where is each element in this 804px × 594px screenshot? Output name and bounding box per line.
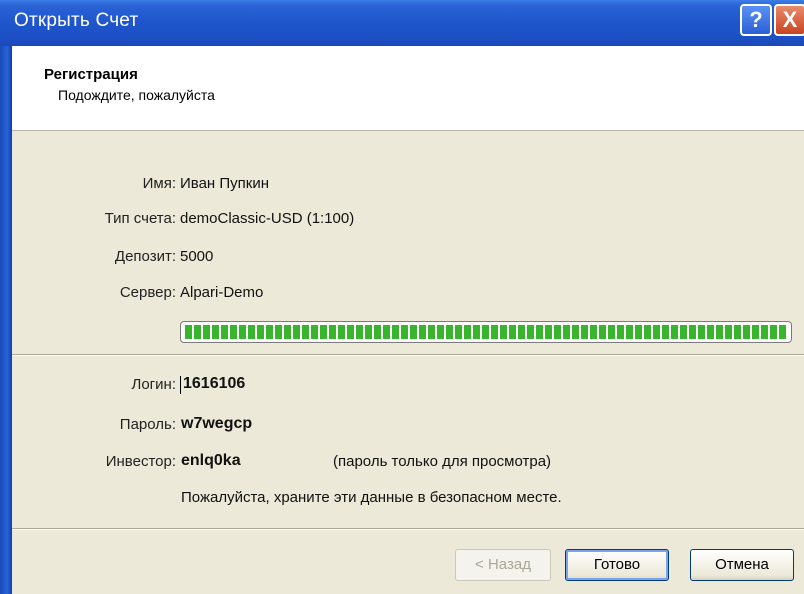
wizard-header: Регистрация Подождите, пожалуйста: [12, 46, 804, 131]
server-label: Сервер:: [119, 284, 176, 301]
investor-note: (пароль только для просмотра): [333, 453, 552, 470]
investor-label: Инвестор:: [105, 453, 176, 470]
progress-fill: [185, 325, 787, 339]
name-value: Иван Пупкин: [180, 175, 270, 192]
back-button[interactable]: < Назад: [455, 549, 551, 581]
text-cursor: [180, 376, 181, 394]
footer-separator: [12, 528, 804, 530]
registration-progress-bar: [180, 321, 792, 343]
name-label: Имя:: [142, 175, 176, 192]
wizard-step-subtitle: Подождите, пожалуйста: [58, 87, 215, 103]
finish-button[interactable]: Готово: [565, 549, 669, 581]
investor-value[interactable]: enlq0ka: [181, 452, 241, 470]
cancel-button[interactable]: Отмена: [690, 549, 794, 581]
login-value[interactable]: 1616106: [183, 375, 245, 393]
deposit-value: 5000: [180, 248, 214, 265]
server-value: Alpari-Demo: [180, 284, 264, 301]
deposit-label: Депозит:: [114, 248, 176, 265]
window-title: Открыть Счет: [14, 10, 139, 31]
password-label: Пароль:: [119, 416, 176, 433]
help-icon[interactable]: ?: [740, 4, 772, 36]
password-value[interactable]: w7wegcp: [181, 415, 252, 433]
login-label: Логин:: [131, 376, 177, 393]
account-type-value: demoClassic-USD (1:100): [180, 210, 355, 227]
account-type-label: Тип счета:: [104, 210, 176, 227]
wizard-step-title: Регистрация: [44, 66, 138, 83]
close-icon[interactable]: X: [774, 4, 804, 36]
separator: [12, 354, 804, 356]
open-account-dialog: Открыть Счет ? X Регистрация Подождите, …: [0, 0, 804, 594]
save-data-notice: Пожалуйста, храните эти данные в безопас…: [181, 489, 562, 506]
wizard-body: Имя: Иван Пупкин Тип счета: demoClassic-…: [12, 131, 804, 594]
title-bar[interactable]: Открыть Счет ? X: [0, 0, 804, 46]
window-frame-left: [0, 46, 12, 594]
